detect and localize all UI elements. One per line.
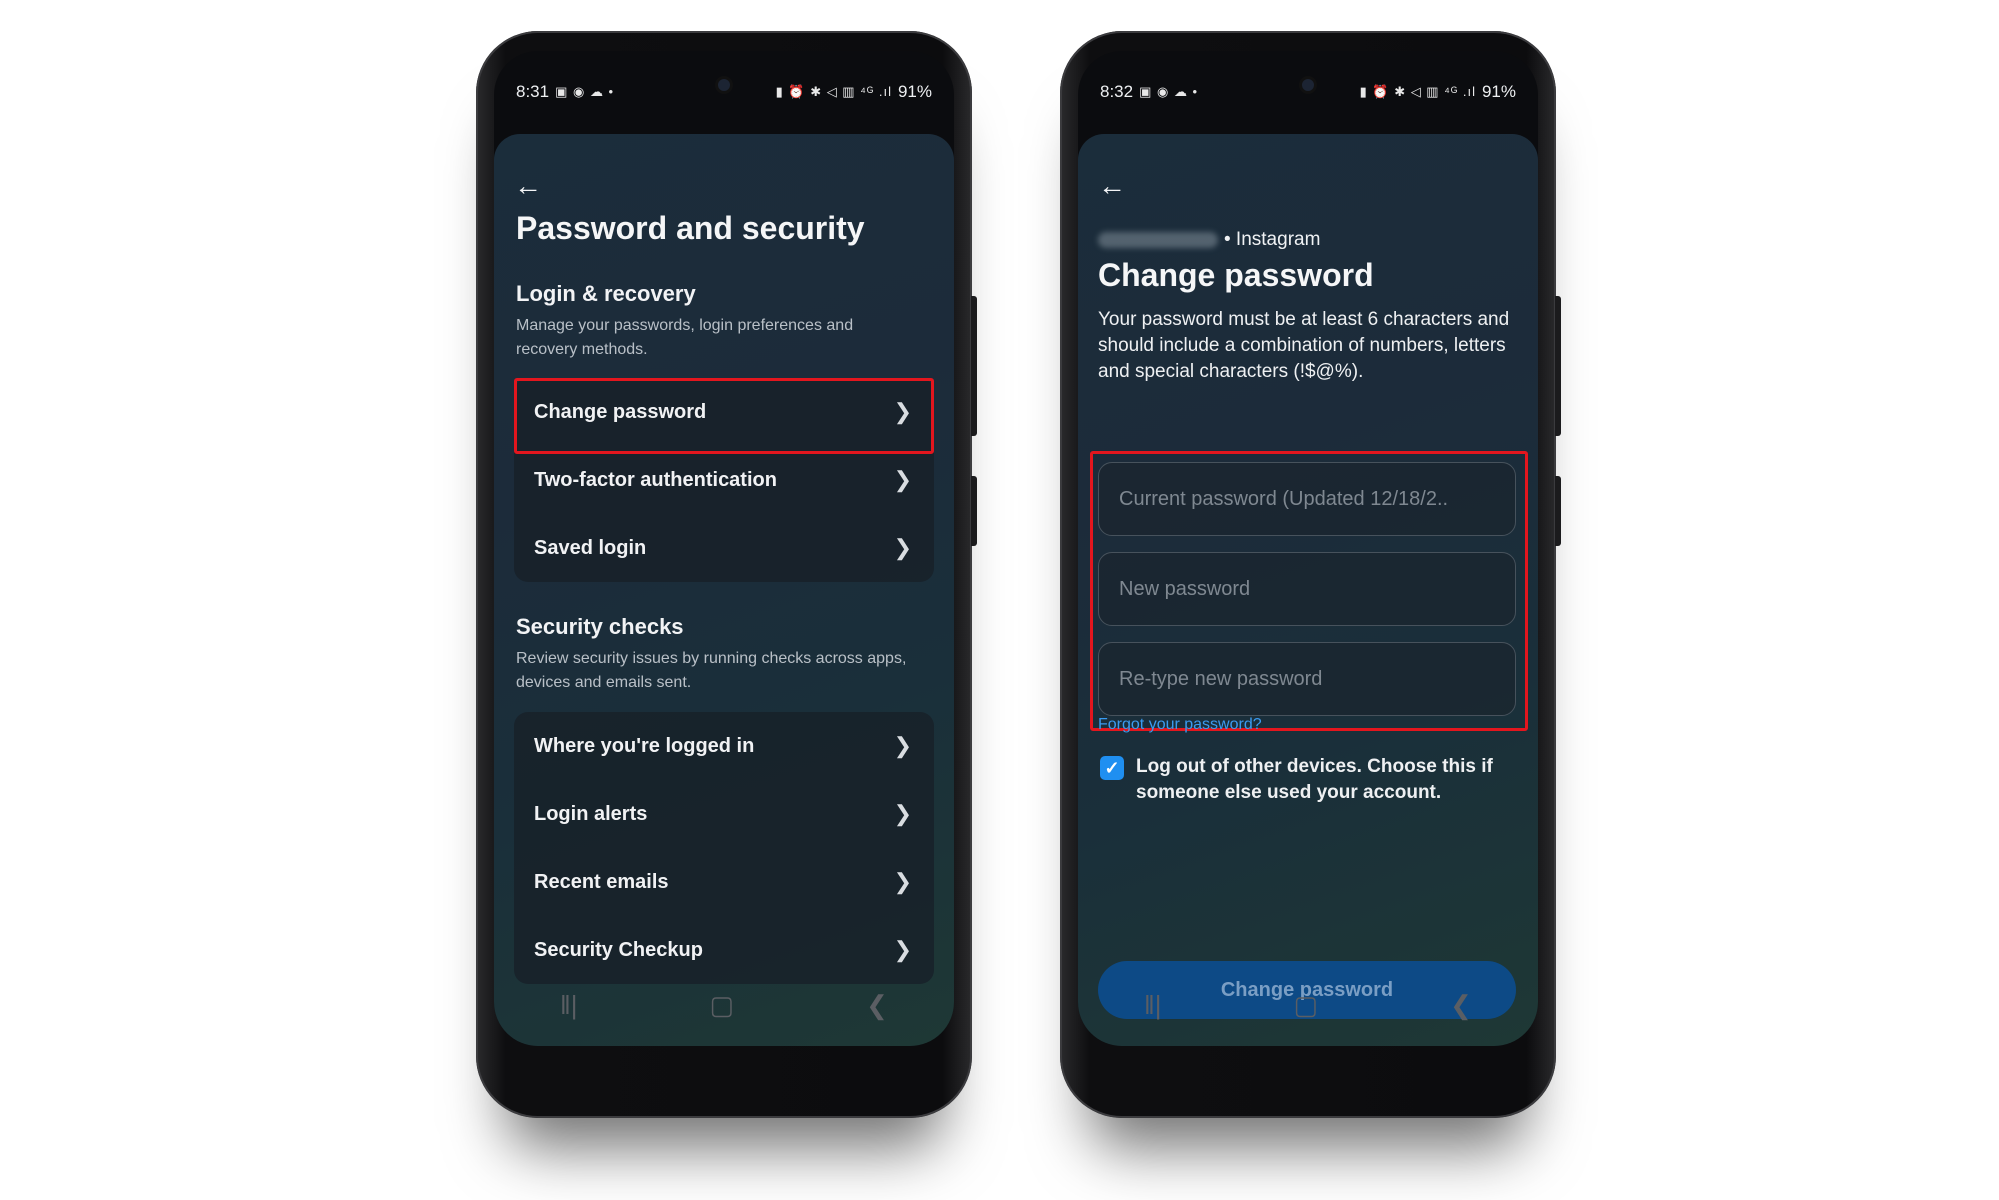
home-icon[interactable]: ▢ xyxy=(710,990,735,1021)
system-nav-bar: ‖| ▢ ❮ xyxy=(494,964,954,1046)
recent-emails-item[interactable]: Recent emails ❯ xyxy=(514,848,934,916)
chevron-right-icon: ❯ xyxy=(893,801,912,826)
field-placeholder: New password xyxy=(1119,577,1251,600)
side-button xyxy=(1555,296,1561,436)
back-arrow-icon[interactable]: ← xyxy=(514,172,542,200)
list-item-label: Login alerts xyxy=(534,802,648,825)
blurred-username xyxy=(1098,232,1218,248)
system-icons: ▮ ⏰ ✱ ◁ ▥ ⁴ᴳ .ıl xyxy=(1359,84,1476,99)
login-alerts-item[interactable]: Login alerts ❯ xyxy=(514,780,934,848)
side-button xyxy=(1555,476,1561,546)
list-item-label: Security Checkup xyxy=(534,938,703,961)
current-password-field[interactable]: Current password (Updated 12/18/2.. xyxy=(1098,462,1516,536)
recents-icon[interactable]: ‖| xyxy=(560,990,578,1021)
field-placeholder: Current password (Updated 12/18/2.. xyxy=(1119,487,1449,510)
home-icon[interactable]: ▢ xyxy=(1294,990,1319,1021)
status-time: 8:31 xyxy=(516,82,550,101)
screen: 8:31 ▣ ◉ ☁ • ▮ ⏰ ✱ ◁ ▥ ⁴ᴳ .ıl 91% ← Pass… xyxy=(494,51,954,1046)
notification-icons: ▣ ◉ ☁ • xyxy=(555,84,615,99)
section-description: Review security issues by running checks… xyxy=(516,650,907,691)
checkbox-checked-icon[interactable]: ✓ xyxy=(1100,756,1124,780)
battery-percent: 91% xyxy=(1481,82,1516,101)
section-title-login-recovery: Login & recovery xyxy=(516,281,696,306)
saved-login-item[interactable]: Saved login ❯ xyxy=(514,514,934,582)
field-placeholder: Re-type new password xyxy=(1119,667,1323,690)
logout-other-devices-option[interactable]: ✓ Log out of other devices. Choose this … xyxy=(1100,754,1520,806)
two-factor-authentication-item[interactable]: Two-factor authentication ❯ xyxy=(514,446,934,514)
section-description: Manage your passwords, login preferences… xyxy=(516,317,854,358)
phone-left: 8:31 ▣ ◉ ☁ • ▮ ⏰ ✱ ◁ ▥ ⁴ᴳ .ıl 91% ← Pass… xyxy=(476,31,977,1118)
list-item-label: Recent emails xyxy=(534,870,669,893)
side-button xyxy=(971,296,977,436)
password-requirements: Your password must be at least 6 charact… xyxy=(1098,309,1510,382)
side-button xyxy=(971,476,977,546)
nav-back-icon[interactable]: ❮ xyxy=(866,990,888,1021)
account-platform: • Instagram xyxy=(1224,229,1321,250)
chevron-right-icon: ❯ xyxy=(893,535,912,560)
forgot-password-link[interactable]: Forgot your password? xyxy=(1098,716,1262,734)
where-logged-in-item[interactable]: Where you're logged in ❯ xyxy=(514,712,934,780)
phone-right: 8:32 ▣ ◉ ☁ • ▮ ⏰ ✱ ◁ ▥ ⁴ᴳ .ıl 91% ← • In… xyxy=(1060,31,1561,1118)
back-arrow-icon[interactable]: ← xyxy=(1098,172,1126,200)
nav-back-icon[interactable]: ❮ xyxy=(1450,990,1472,1021)
chevron-right-icon: ❯ xyxy=(893,399,912,424)
security-checks-card: Where you're logged in ❯ Login alerts ❯ … xyxy=(514,712,934,984)
list-item-label: Two-factor authentication xyxy=(534,468,777,491)
page-title: Password and security xyxy=(516,210,865,246)
list-item-label: Where you're logged in xyxy=(534,734,755,757)
battery-percent: 91% xyxy=(897,82,932,101)
login-recovery-card: Change password ❯ Two-factor authenticat… xyxy=(514,378,934,582)
change-password-item[interactable]: Change password ❯ xyxy=(514,378,934,446)
account-line: • Instagram xyxy=(1098,229,1320,251)
system-nav-bar: ‖| ▢ ❮ xyxy=(1078,964,1538,1046)
notification-icons: ▣ ◉ ☁ • xyxy=(1139,84,1199,99)
status-bar: 8:32 ▣ ◉ ☁ • ▮ ⏰ ✱ ◁ ▥ ⁴ᴳ .ıl 91% xyxy=(1100,79,1516,105)
status-time: 8:32 xyxy=(1100,82,1134,101)
section-title-security-checks: Security checks xyxy=(516,614,684,639)
chevron-right-icon: ❯ xyxy=(893,733,912,758)
chevron-right-icon: ❯ xyxy=(893,869,912,894)
list-item-label: Saved login xyxy=(534,536,647,559)
status-bar: 8:31 ▣ ◉ ☁ • ▮ ⏰ ✱ ◁ ▥ ⁴ᴳ .ıl 91% xyxy=(516,79,932,105)
app-surface: ← Password and security Login & recovery… xyxy=(494,134,954,1046)
app-surface: ← • Instagram Change password Your passw… xyxy=(1078,134,1538,1046)
new-password-field[interactable]: New password xyxy=(1098,552,1516,626)
checkbox-label: Log out of other devices. Choose this if… xyxy=(1136,756,1493,803)
screen: 8:32 ▣ ◉ ☁ • ▮ ⏰ ✱ ◁ ▥ ⁴ᴳ .ıl 91% ← • In… xyxy=(1078,51,1538,1046)
list-item-label: Change password xyxy=(534,400,707,423)
chevron-right-icon: ❯ xyxy=(893,937,912,962)
recents-icon[interactable]: ‖| xyxy=(1144,990,1162,1021)
page-title: Change password xyxy=(1098,257,1374,293)
system-icons: ▮ ⏰ ✱ ◁ ▥ ⁴ᴳ .ıl xyxy=(775,84,892,99)
retype-password-field[interactable]: Re-type new password xyxy=(1098,642,1516,716)
chevron-right-icon: ❯ xyxy=(893,467,912,492)
